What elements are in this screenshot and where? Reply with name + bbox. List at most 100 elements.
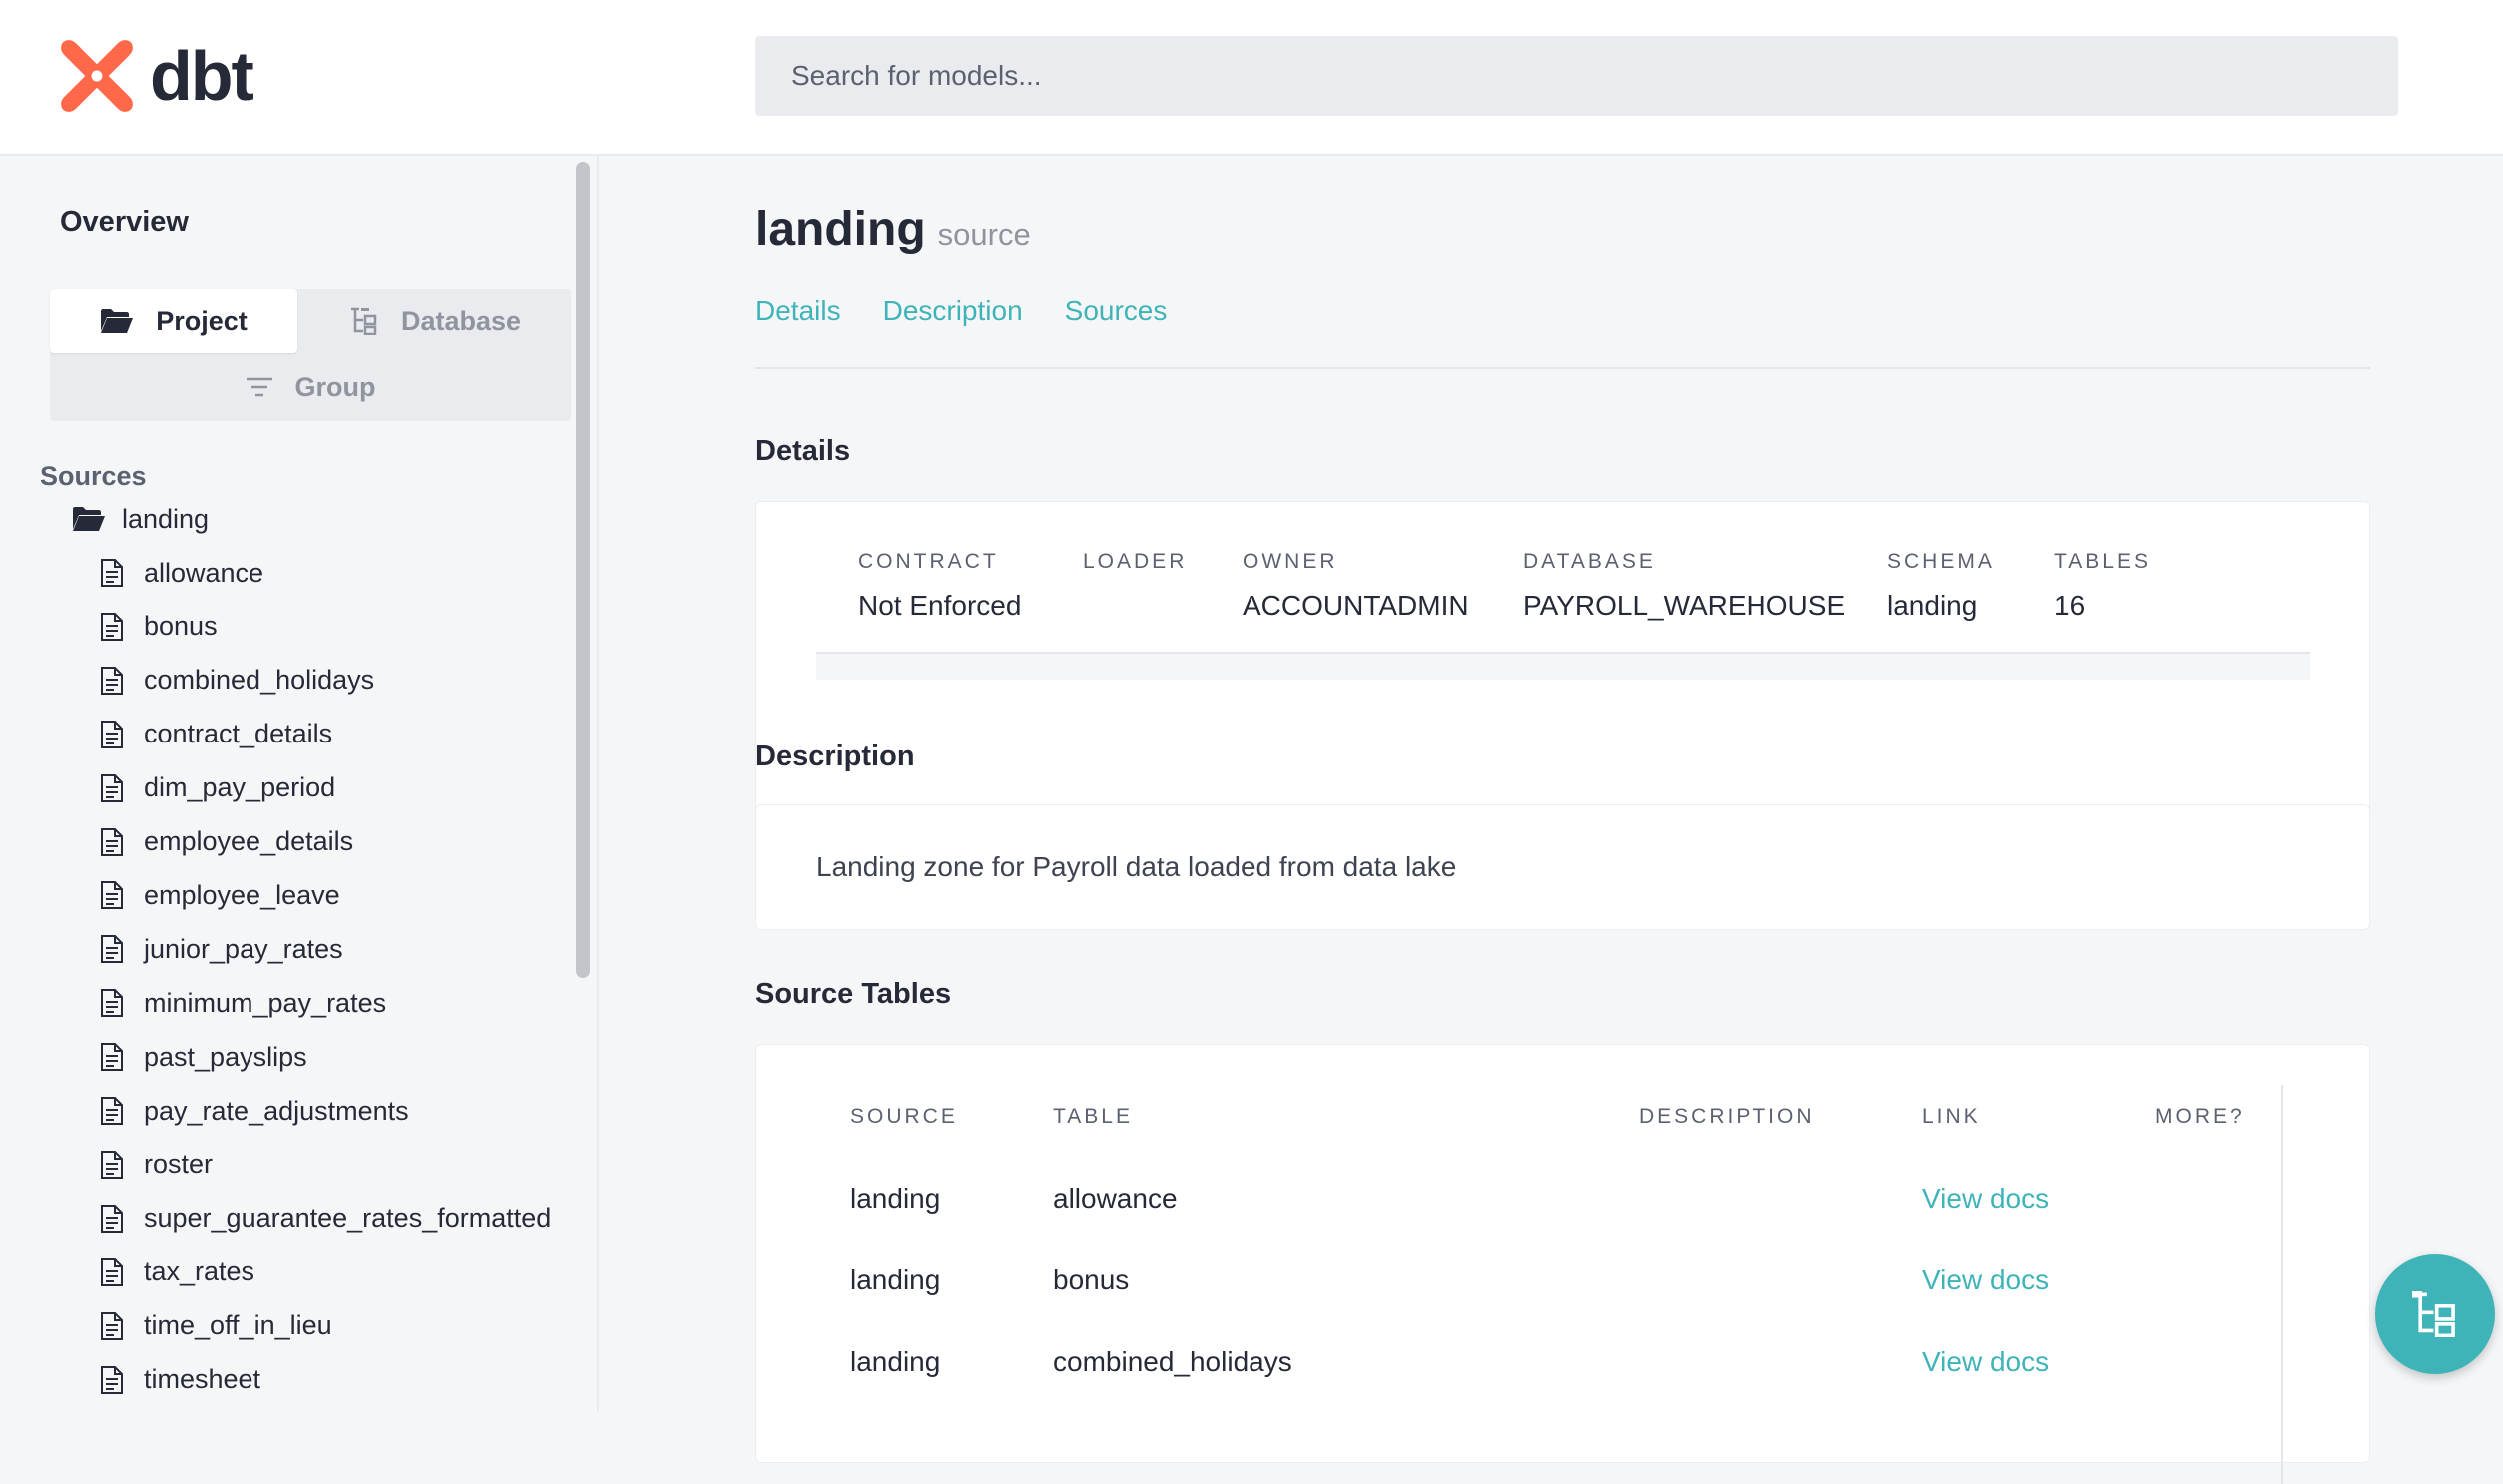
top-header: dbt xyxy=(0,0,2503,156)
sidebar-scrollbar-thumb[interactable] xyxy=(576,162,590,978)
column-header-table: TABLE xyxy=(1053,1105,1133,1128)
sidebar: Overview Project Database Group Sources xyxy=(0,156,571,1411)
sidebar-item-past-payslips[interactable]: past_payslips xyxy=(100,1037,307,1077)
column-header-more: MORE? xyxy=(2155,1105,2245,1128)
document-icon xyxy=(100,1204,124,1234)
sidebar-item-label: minimum_pay_rates xyxy=(144,987,387,1018)
cell-source: landing xyxy=(850,1346,941,1377)
column-header-description: DESCRIPTION xyxy=(1639,1105,1815,1128)
filter-icon xyxy=(246,376,273,398)
column-header-link: LINK xyxy=(1922,1105,1981,1128)
sidebar-item-time-off-in-lieu[interactable]: time_off_in_lieu xyxy=(100,1306,332,1346)
document-icon xyxy=(100,827,124,857)
detail-value: ACCOUNTADMIN xyxy=(1243,590,1469,621)
sidebar-item-pay-rate-adjustments[interactable]: pay_rate_adjustments xyxy=(100,1091,409,1131)
overview-link[interactable]: Overview xyxy=(60,206,189,239)
cell-table: combined_holidays xyxy=(1053,1346,1292,1377)
tree-folder-landing[interactable]: landing xyxy=(72,499,209,539)
document-icon xyxy=(100,1150,124,1180)
sidebar-item-label: junior_pay_rates xyxy=(144,933,343,964)
dbt-logo[interactable]: dbt xyxy=(58,36,254,116)
view-switcher: Project Database Group xyxy=(50,289,571,421)
document-icon xyxy=(100,773,124,803)
sidebar-item-contract-details[interactable]: contract_details xyxy=(100,715,332,754)
description-card: Landing zone for Payroll data loaded fro… xyxy=(755,804,2370,930)
sidebar-item-employee-leave[interactable]: employee_leave xyxy=(100,875,340,915)
details-horizontal-scrollbar[interactable] xyxy=(816,652,2310,680)
sidebar-item-dim-pay-period[interactable]: dim_pay_period xyxy=(100,768,335,808)
tab-group-label: Group xyxy=(294,371,376,402)
sidebar-item-minimum-pay-rates[interactable]: minimum_pay_rates xyxy=(100,983,386,1023)
document-icon xyxy=(100,1257,124,1287)
detail-value: landing xyxy=(1887,590,1978,621)
detail-label: DATABASE xyxy=(1523,550,1656,573)
logo-text: dbt xyxy=(150,37,254,115)
lineage-graph-button[interactable] xyxy=(2375,1254,2495,1374)
cell-source: landing xyxy=(850,1264,941,1295)
document-icon xyxy=(100,988,124,1018)
description-heading: Description xyxy=(755,741,915,772)
sidebar-item-label: past_payslips xyxy=(144,1041,307,1072)
sidebar-item-super-guarantee-rates-formatted[interactable]: super_guarantee_rates_formatted xyxy=(100,1199,551,1238)
sidebar-item-combined-holidays[interactable]: combined_holidays xyxy=(100,661,374,701)
view-docs-link[interactable]: View docs xyxy=(1922,1183,2049,1215)
nav-tab-details[interactable]: Details xyxy=(755,295,841,327)
sidebar-item-label: roster xyxy=(144,1149,214,1180)
details-heading: Details xyxy=(755,435,851,467)
sidebar-item-roster[interactable]: roster xyxy=(100,1145,213,1185)
nav-tab-sources[interactable]: Sources xyxy=(1065,295,1168,327)
search-input[interactable] xyxy=(755,36,2398,116)
detail-tables: TABLES 16 xyxy=(2054,550,2151,622)
sidebar-item-junior-pay-rates[interactable]: junior_pay_rates xyxy=(100,929,343,969)
document-icon xyxy=(100,720,124,749)
detail-label: CONTRACT xyxy=(858,550,999,573)
tree-icon xyxy=(349,307,379,335)
table-scroll-edge xyxy=(2281,1085,2283,1484)
sidebar-item-allowance[interactable]: allowance xyxy=(100,553,263,593)
view-docs-link[interactable]: View docs xyxy=(1922,1346,2049,1378)
view-docs-link[interactable]: View docs xyxy=(1922,1264,2049,1296)
page-subtitle: source xyxy=(937,217,1031,251)
document-icon xyxy=(100,612,124,642)
source-tables-card: SOURCE TABLE DESCRIPTION LINK MORE? land… xyxy=(755,1044,2370,1484)
nav-divider xyxy=(755,367,2370,369)
sidebar-item-timesheet[interactable]: timesheet xyxy=(100,1360,260,1400)
sidebar-item-label: bonus xyxy=(144,611,218,642)
tab-project[interactable]: Project xyxy=(50,289,297,353)
sidebar-item-label: pay_rate_adjustments xyxy=(144,1095,409,1126)
detail-label: TABLES xyxy=(2054,550,2151,573)
detail-value: PAYROLL_WAREHOUSE xyxy=(1523,590,1846,621)
detail-value: 16 xyxy=(2054,590,2086,621)
source-tables-heading: Source Tables xyxy=(755,978,952,1010)
sidebar-item-label: combined_holidays xyxy=(144,665,375,696)
nav-tab-description[interactable]: Description xyxy=(883,295,1023,327)
sidebar-item-bonus[interactable]: bonus xyxy=(100,607,218,647)
tab-database[interactable]: Database xyxy=(299,289,571,353)
detail-contract: CONTRACT Not Enforced xyxy=(858,550,1021,622)
sidebar-item-label: time_off_in_lieu xyxy=(144,1310,332,1341)
sidebar-item-label: contract_details xyxy=(144,719,333,749)
sidebar-item-tax-rates[interactable]: tax_rates xyxy=(100,1252,254,1292)
cell-source: landing xyxy=(850,1183,941,1214)
cell-table: allowance xyxy=(1053,1183,1178,1214)
description-text: Landing zone for Payroll data loaded fro… xyxy=(816,851,1457,882)
tab-group[interactable]: Group xyxy=(50,355,571,419)
folder-open-icon xyxy=(100,308,134,334)
document-icon xyxy=(100,934,124,964)
document-icon xyxy=(100,666,124,696)
lineage-graph-icon xyxy=(2412,1291,2455,1337)
page-title: landing xyxy=(755,203,926,255)
detail-schema: SCHEMA landing xyxy=(1887,550,1995,622)
dbt-logo-icon xyxy=(61,40,133,112)
details-card: CONTRACT Not Enforced LOADER OWNER ACCOU… xyxy=(755,501,2370,850)
detail-loader: LOADER xyxy=(1083,550,1187,590)
document-icon xyxy=(100,1365,124,1395)
sidebar-item-label: employee_leave xyxy=(144,879,340,910)
detail-value: Not Enforced xyxy=(858,590,1022,621)
cell-table: bonus xyxy=(1053,1264,1130,1295)
sidebar-item-employee-details[interactable]: employee_details xyxy=(100,822,353,862)
tab-database-label: Database xyxy=(400,305,522,336)
sidebar-item-label: super_guarantee_rates_formatted xyxy=(144,1203,552,1234)
sidebar-item-label: allowance xyxy=(144,557,264,588)
detail-label: OWNER xyxy=(1243,550,1338,573)
